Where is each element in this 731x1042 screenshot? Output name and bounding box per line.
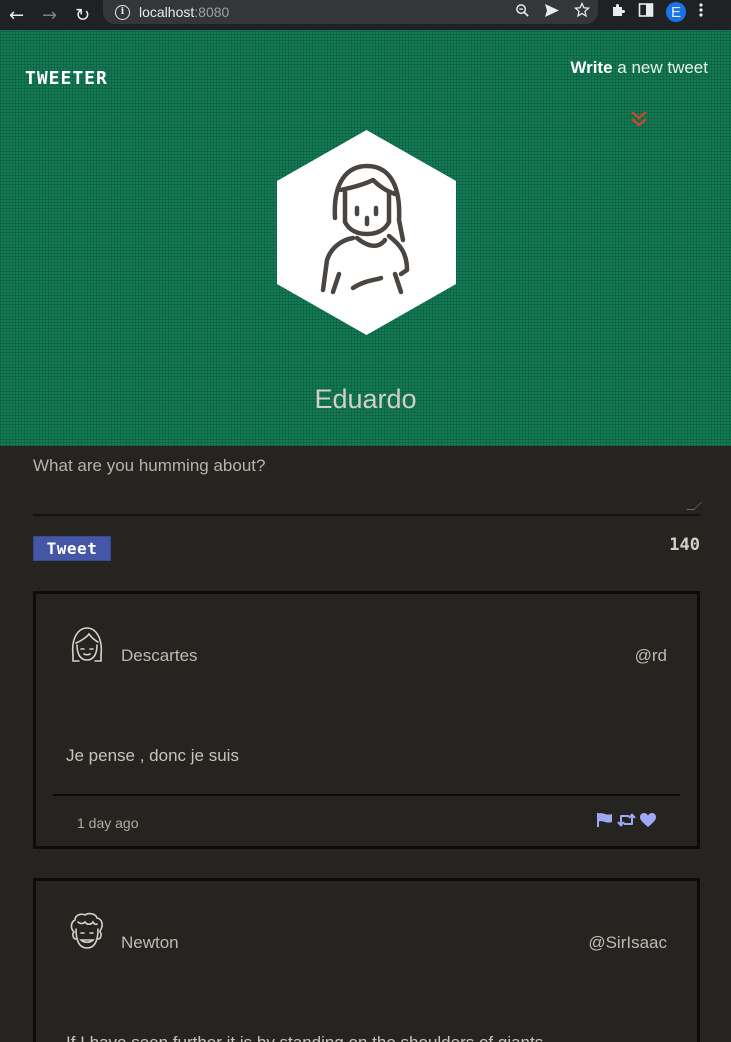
more-menu-icon[interactable] — [698, 2, 704, 22]
tweet-author-handle[interactable]: @SirIsaac — [588, 933, 667, 953]
write-new-tweet-link[interactable]: Write a new tweet — [570, 58, 708, 78]
tweet-author-name: Newton — [121, 933, 179, 952]
url-host: localhost — [139, 4, 195, 20]
tweet-author-handle[interactable]: @rd — [635, 646, 667, 666]
tweet-card: Newton @SirIsaac If I have seen further … — [33, 878, 700, 1042]
browser-toolbar: ← → ↻ i localhost:8080 E — [0, 0, 731, 30]
zoom-icon[interactable] — [515, 3, 530, 22]
tweet-timestamp: 1 day ago — [77, 815, 139, 831]
send-icon[interactable] — [544, 3, 560, 22]
character-counter: 140 — [669, 535, 700, 555]
write-link-rest: a new tweet — [612, 58, 708, 77]
forward-arrow-icon[interactable]: → — [33, 0, 66, 30]
retweet-icon[interactable] — [617, 812, 636, 828]
flag-icon[interactable] — [596, 812, 614, 828]
tweet-divider — [53, 794, 680, 796]
bookmark-star-icon[interactable] — [573, 1, 591, 22]
descartes-avatar-icon — [71, 627, 103, 662]
brand-logo[interactable]: Tweeter — [25, 68, 108, 89]
heart-icon[interactable] — [639, 812, 657, 828]
write-link-bold: Write — [570, 58, 613, 77]
profile-name: Eduardo — [314, 384, 417, 414]
tweet-text: Je pense , donc je suis — [66, 746, 239, 765]
profile-header: Tweeter Write a new tweet Eduardo — [0, 30, 731, 446]
side-panel-icon[interactable] — [638, 2, 654, 22]
back-arrow-icon[interactable]: ← — [0, 0, 33, 30]
address-url: localhost:8080 — [139, 4, 229, 20]
profile-avatar[interactable]: E — [666, 2, 686, 22]
profile-avatar-hexagon — [277, 130, 456, 335]
tweet-text: If I have seen further it is by standing… — [66, 1033, 543, 1042]
tweet-button[interactable]: Tweet — [33, 536, 111, 561]
reload-icon[interactable]: ↻ — [66, 0, 99, 30]
extensions-puzzle-icon[interactable] — [610, 2, 626, 22]
tweet-author-name: Descartes — [121, 646, 198, 665]
url-port: :8080 — [194, 4, 230, 20]
newton-avatar-icon — [70, 912, 103, 949]
compose-area — [33, 456, 702, 516]
site-info-icon[interactable]: i — [115, 4, 130, 20]
tweet-actions — [596, 812, 657, 828]
tweet-input[interactable] — [33, 456, 700, 514]
double-chevron-down-icon[interactable] — [630, 110, 648, 128]
tweet-card: Descartes @rd Je pense , donc je suis 1 … — [33, 591, 700, 849]
address-bar[interactable]: i localhost:8080 — [103, 0, 598, 24]
